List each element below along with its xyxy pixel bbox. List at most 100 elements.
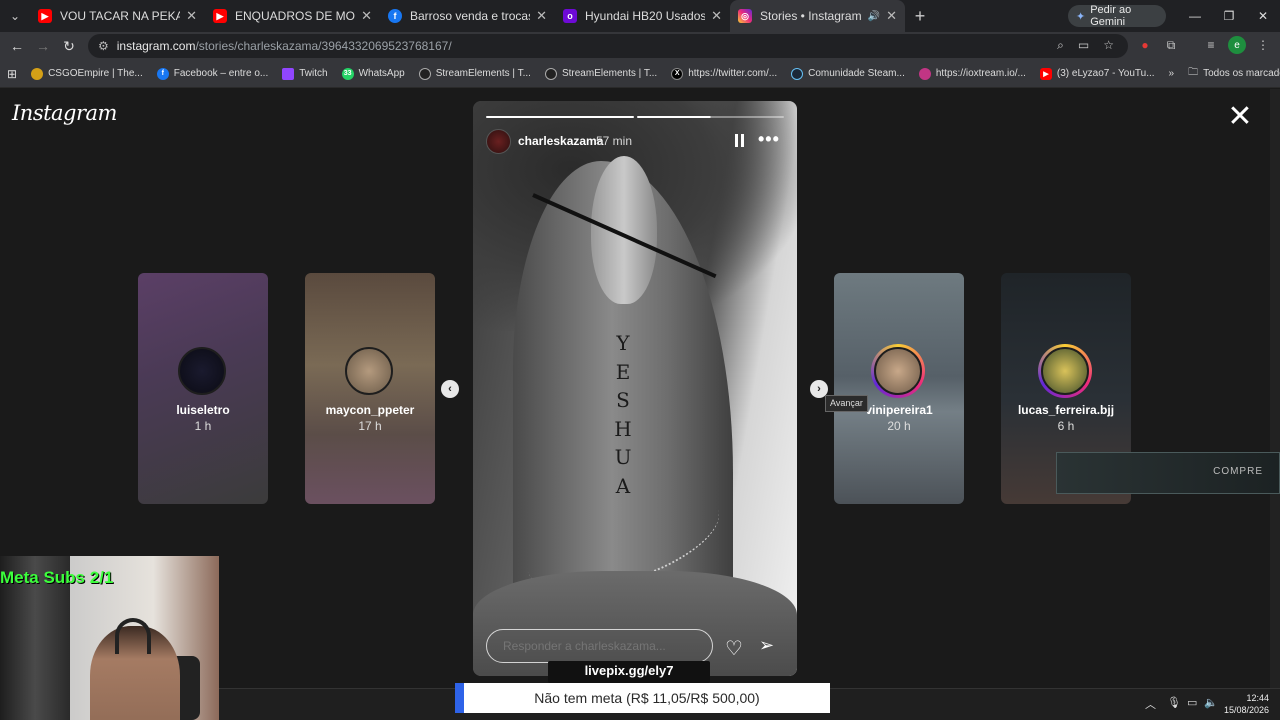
instagram-icon: ◎	[738, 9, 752, 23]
bookmark-label: https://ioxtream.io/...	[935, 68, 1026, 79]
browser-tab-3[interactable]: f Barroso venda e trocas de carro ✕	[380, 0, 555, 32]
ad-text: COMPRE	[1213, 466, 1263, 477]
more-bookmarks-icon[interactable]: »	[1162, 68, 1182, 79]
cast-icon[interactable]: ▭	[1078, 38, 1089, 53]
story-user-avatar[interactable]	[486, 129, 511, 154]
story-card-maycon_ppeter[interactable]: maycon_ppeter 17 h	[305, 273, 435, 504]
all-bookmarks-folder[interactable]: 🗀 Todos os marcadores	[1181, 65, 1280, 82]
bookmark-2[interactable]: f Facebook – entre o...	[150, 67, 276, 80]
tattoo-letter: S	[616, 388, 630, 412]
youtube-icon: ▶	[213, 9, 227, 23]
bookmark-label: StreamElements | T...	[561, 68, 658, 79]
close-tab-icon[interactable]: ✕	[711, 8, 722, 24]
steam-icon	[791, 67, 804, 80]
close-tab-icon[interactable]: ✕	[361, 8, 372, 24]
browser-tab-1[interactable]: ▶ VOU TACAR NA PEKA DAS BB - ✕	[30, 0, 205, 32]
streamelements-icon	[418, 67, 431, 80]
gemini-button[interactable]: ✦ Pedir ao Gemini	[1068, 4, 1166, 28]
browser-tab-5-active[interactable]: ◎ Stories • Instagram 🔊 ✕	[730, 0, 905, 32]
restore-button[interactable]: ❐	[1212, 0, 1246, 32]
facebook-icon: f	[156, 67, 169, 80]
folder-icon: 🗀	[1188, 67, 1199, 78]
story-card-vinipereira1[interactable]: vinipereira1 20 h	[834, 273, 964, 504]
tab-search-icon[interactable]: ⌄	[0, 0, 30, 32]
x-twitter-icon: X	[671, 67, 684, 80]
avatar	[874, 347, 922, 395]
tray-chevron-icon[interactable]: ︿	[1145, 696, 1156, 712]
previous-story-icon[interactable]: ‹	[441, 380, 459, 398]
profile-avatar[interactable]: e	[1228, 36, 1246, 54]
bookmark-star-icon[interactable]: ☆	[1103, 38, 1114, 53]
ioxtream-icon	[918, 67, 931, 80]
story-card-luiseletro[interactable]: luiseletro 1 h	[138, 273, 268, 504]
forward-button[interactable]: →	[30, 32, 56, 60]
bookmark-6[interactable]: StreamElements | T...	[538, 67, 664, 80]
minimize-button[interactable]: —	[1178, 0, 1212, 32]
tattoo-letter: E	[615, 359, 631, 384]
twitch-icon	[282, 67, 295, 80]
pause-icon[interactable]	[732, 134, 746, 148]
apps-grid-icon[interactable]: ⊞	[0, 67, 24, 81]
bookmark-4[interactable]: 33 WhatsApp	[335, 67, 412, 80]
speaker-icon[interactable]: 🔊	[868, 11, 880, 22]
close-tab-icon[interactable]: ✕	[536, 8, 547, 24]
story-progress-bar	[486, 116, 784, 118]
reply-input[interactable]	[486, 629, 713, 663]
bookmark-5[interactable]: StreamElements | T...	[412, 67, 538, 80]
browser-tab-2[interactable]: ▶ ENQUADROS DE MOTO (EP. 14 ✕	[205, 0, 380, 32]
url-path: /stories/charleskazama/39643320695237681…	[195, 39, 452, 53]
browser-tab-4[interactable]: o Hyundai HB20 Usados e Novos ✕	[555, 0, 730, 32]
bookmark-label: Facebook – entre o...	[173, 68, 269, 79]
more-options-icon[interactable]: •••	[758, 129, 780, 150]
avatar	[178, 347, 226, 395]
extension-red-icon[interactable]: ●	[1136, 36, 1154, 54]
clock-time: 12:44	[1246, 693, 1270, 703]
bookmark-label: StreamElements | T...	[435, 68, 531, 79]
gemini-icon: ✦	[1076, 10, 1086, 23]
media-control-icon[interactable]: ≡	[1202, 36, 1220, 54]
close-stories-icon[interactable]: ✕	[1226, 102, 1254, 132]
bookmark-7[interactable]: Xhttps://twitter.com/...	[664, 67, 784, 80]
browser-menu-icon[interactable]: ⋮	[1254, 36, 1272, 54]
close-window-button[interactable]: ✕	[1246, 0, 1280, 32]
site-info-icon[interactable]: ⚙	[98, 39, 109, 53]
bookmark-3[interactable]: Twitch	[275, 67, 334, 80]
reload-button[interactable]: ↻	[56, 32, 82, 60]
close-tab-icon[interactable]: ✕	[886, 8, 897, 24]
story-username: luiseletro	[176, 403, 230, 417]
microphone-icon[interactable]: 🎙	[1167, 696, 1181, 709]
new-tab-button[interactable]: +	[905, 6, 935, 27]
like-heart-icon[interactable]: ♡	[725, 636, 743, 661]
bookmarks-bar: ⊞ CSGOEmpire | The... f Facebook – entre …	[0, 60, 1280, 88]
taskbar-clock[interactable]: 12:44 15/08/2026	[1224, 692, 1269, 716]
extensions-puzzle-icon[interactable]: ⧉	[1162, 36, 1180, 54]
donation-goal-bar: Não tem meta (R$ 11,05/R$ 500,00)	[455, 683, 830, 713]
story-username: maycon_ppeter	[325, 403, 415, 417]
scrollbar[interactable]	[1270, 89, 1280, 688]
story-time: 17 h	[358, 419, 382, 433]
story-image-ear	[591, 156, 657, 304]
active-story[interactable]: Y E S H U A charleskazama 57 min ••• ♡ ➢	[473, 101, 797, 676]
story-time: 20 h	[887, 419, 911, 433]
zoom-icon[interactable]: ⌕	[1057, 38, 1064, 53]
bookmark-label: https://twitter.com/...	[688, 68, 778, 79]
tab-title: Hyundai HB20 Usados e Novos	[585, 9, 706, 23]
close-tab-icon[interactable]: ✕	[186, 8, 197, 24]
progress-segment	[486, 116, 634, 118]
bookmark-10[interactable]: ▶ (3) eLyzao7 - YouTu...	[1033, 67, 1162, 80]
tab-title: VOU TACAR NA PEKA DAS BB -	[60, 9, 181, 23]
bookmark-8[interactable]: Comunidade Steam...	[784, 67, 912, 80]
instagram-logo[interactable]: Instagram	[12, 101, 117, 125]
tab-title: Barroso venda e trocas de carro	[410, 9, 530, 23]
ad-banner[interactable]: COMPRE	[1056, 452, 1280, 494]
monitor-icon[interactable]: ▭	[1187, 696, 1197, 709]
back-button[interactable]: ←	[4, 32, 30, 60]
send-icon[interactable]: ➢	[759, 635, 774, 656]
tattoo-letter: U	[614, 445, 632, 469]
bookmark-9[interactable]: https://ioxtream.io/...	[912, 67, 1033, 80]
volume-icon[interactable]: 🔈	[1204, 696, 1218, 709]
story-username[interactable]: charleskazama	[518, 134, 603, 148]
url-field[interactable]: ⚙ instagram.com/stories/charleskazama/39…	[88, 34, 1128, 58]
neck-tattoo: Y E S H U A	[608, 329, 638, 500]
bookmark-1[interactable]: CSGOEmpire | The...	[24, 67, 150, 80]
